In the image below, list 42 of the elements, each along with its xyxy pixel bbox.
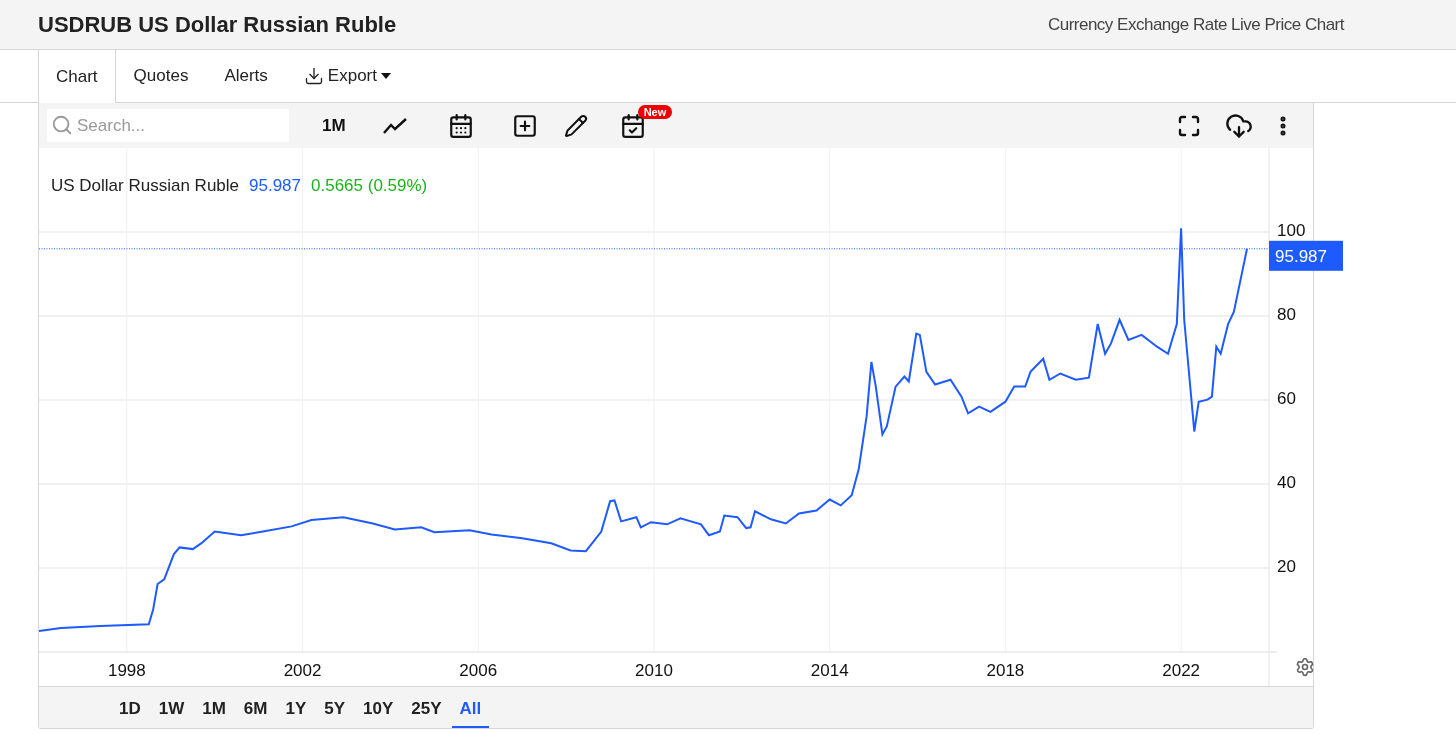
search-field[interactable]: Search... [47,109,289,142]
y-axis-label: 60 [1277,389,1296,408]
line-chart-icon[interactable] [381,115,408,136]
range-button[interactable]: 25Y [403,687,450,728]
x-axis-label: 2010 [635,661,673,680]
range-button[interactable]: 1M [194,687,234,728]
cloud-download-icon[interactable] [1225,111,1253,140]
x-axis-label: 2002 [283,661,322,680]
calendar-check-icon[interactable] [619,112,646,139]
download-icon [303,66,324,86]
fullscreen-icon[interactable] [1177,113,1201,138]
legend-name: US Dollar Russian Ruble [51,176,240,196]
page-title: USDRUB US Dollar Russian Ruble [38,11,397,38]
page-subtitle: Currency Exchange Rate Live Price Chart [1047,14,1344,35]
y-axis-label: 20 [1277,557,1296,576]
caret-icon [381,73,391,79]
search-icon [51,114,73,136]
range-button[interactable]: 1W [150,687,193,728]
add-icon[interactable] [511,112,538,139]
settings-icon[interactable] [1295,657,1315,677]
tab[interactable]: Chart [38,50,116,103]
y-axis-label: 80 [1277,305,1296,324]
range-button[interactable]: 10Y [355,687,402,728]
x-axis-label: 1998 [107,661,146,680]
x-axis-label: 2018 [986,661,1025,680]
y-axis-label: 40 [1277,473,1296,492]
range-button[interactable]: 1D [111,687,149,728]
range-button[interactable]: 5Y [316,687,354,728]
calendar-icon[interactable] [447,112,474,139]
range-button[interactable]: All [451,687,490,728]
x-axis-label: 2022 [1162,661,1201,680]
range-button[interactable]: 1Y [277,687,315,728]
new-badge: New [637,104,673,119]
legend-price: 95.987 [249,176,302,196]
y-axis-label: 100 [1277,221,1306,240]
pencil-icon[interactable] [563,113,588,138]
legend-change: 0.5665 (0.59%) [311,176,428,196]
period-button[interactable]: 1M [322,115,346,136]
x-axis-label: 2006 [459,661,498,680]
range-button[interactable]: 6M [235,687,276,728]
x-axis-label: 2014 [810,661,849,680]
price-tag: 95.987 [1269,240,1343,271]
